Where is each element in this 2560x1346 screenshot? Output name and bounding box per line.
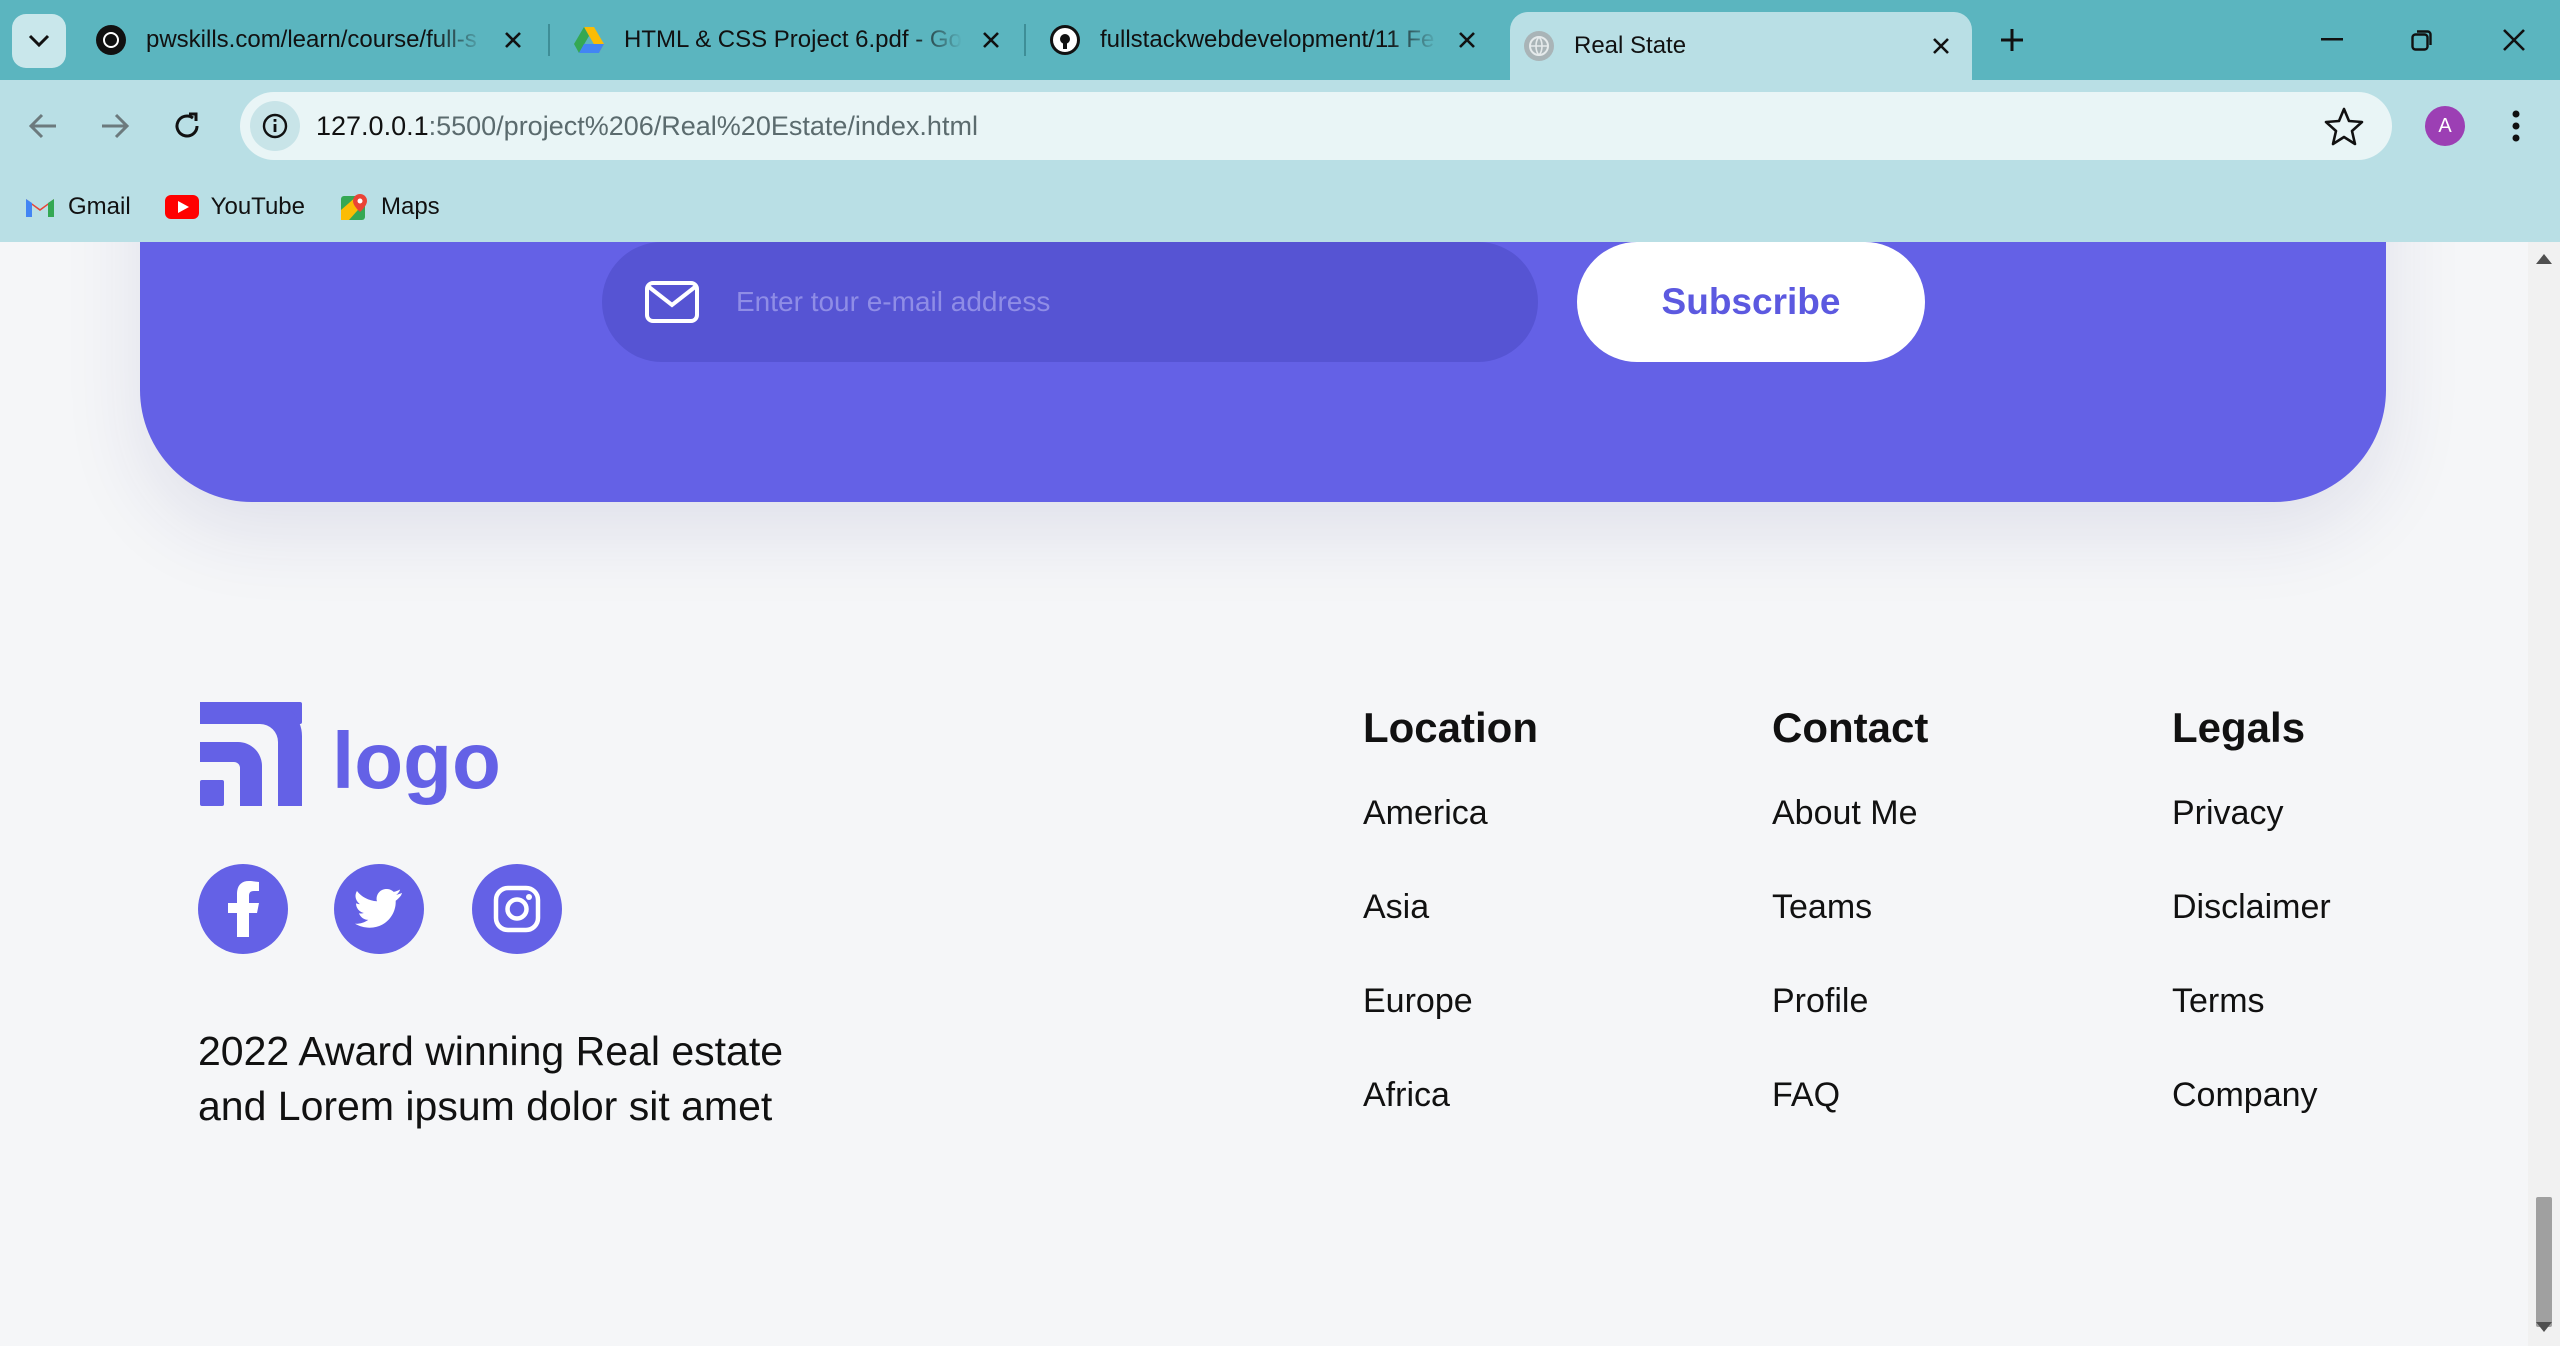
scrollbar-thumb[interactable] (2536, 1197, 2552, 1327)
tab-separator (548, 24, 550, 56)
tab-search-button[interactable] (12, 14, 66, 68)
url-host: 127.0.0.1 (316, 110, 429, 141)
gmail-icon (26, 199, 54, 217)
scroll-up-arrow-icon[interactable] (2536, 254, 2552, 264)
globe-icon (1524, 31, 1554, 61)
footer-link-terms[interactable]: Terms (2172, 982, 2331, 1076)
tab-title: pwskills.com/learn/course/full-s (146, 26, 477, 53)
restore-button[interactable] (2392, 10, 2452, 70)
footer-link-africa[interactable]: Africa (1363, 1076, 1538, 1170)
footer-link-america[interactable]: America (1363, 794, 1538, 888)
facebook-link[interactable] (198, 864, 288, 954)
site-info-icon[interactable] (250, 101, 300, 151)
bookmark-star-icon[interactable] (2324, 106, 2364, 146)
tab-separator (1024, 24, 1026, 56)
newsletter-section: Subscribe (140, 242, 2386, 502)
footer-column-contact: Contact About Me Teams Profile FAQ (1772, 704, 1928, 1170)
footer-tagline: 2022 Award winning Real estate and Lorem… (198, 1028, 784, 1129)
close-icon[interactable] (976, 25, 1006, 55)
footer-link-profile[interactable]: Profile (1772, 982, 1928, 1076)
footer-column-location: Location America Asia Europe Africa (1363, 704, 1538, 1170)
column-heading: Contact (1772, 704, 1929, 751)
footer-link-privacy[interactable]: Privacy (2172, 794, 2331, 888)
address-bar[interactable]: 127.0.0.1:5500/project%206/Real%20Estate… (240, 92, 2392, 160)
pwskills-favicon-icon (96, 25, 126, 55)
footer-link-europe[interactable]: Europe (1363, 982, 1538, 1076)
restore-icon (2411, 30, 2432, 51)
tab-real-state[interactable]: Real State (1510, 12, 1972, 80)
arrow-left-icon (28, 113, 56, 139)
scroll-down-arrow-icon[interactable] (2536, 1322, 2552, 1332)
instagram-icon (493, 885, 541, 933)
arrow-right-icon (102, 113, 130, 139)
logo-text: logo (332, 716, 501, 805)
tab-title: fullstackwebdevelopment/11 Fe (1100, 26, 1435, 53)
minimize-button[interactable] (2302, 10, 2362, 70)
tab-title: Real State (1574, 32, 1687, 59)
bookmark-label: YouTube (210, 193, 305, 220)
reload-button[interactable] (162, 101, 212, 151)
vertical-scrollbar[interactable] (2528, 242, 2560, 1346)
footer-link-about-me[interactable]: About Me (1772, 794, 1928, 888)
bookmark-label: Gmail (68, 193, 131, 220)
chevron-down-icon (28, 34, 50, 48)
email-field-wrapper (602, 242, 1538, 362)
browser-menu-button[interactable] (2496, 101, 2536, 151)
close-icon (2503, 29, 2525, 51)
minimize-icon (2321, 38, 2343, 41)
profile-avatar[interactable]: A (2425, 106, 2465, 146)
footer-link-faq[interactable]: FAQ (1772, 1076, 1928, 1170)
youtube-icon (164, 195, 199, 219)
tab-drive-pdf[interactable]: HTML & CSS Project 6.pdf - Goo (570, 0, 1010, 80)
logo-icon (200, 702, 302, 806)
more-vertical-icon (2512, 110, 2520, 142)
browser-toolbar: 127.0.0.1:5500/project%206/Real%20Estate… (0, 80, 2560, 172)
url-text[interactable]: 127.0.0.1:5500/project%206/Real%20Estate… (316, 111, 978, 142)
new-tab-button[interactable] (1982, 10, 2042, 70)
bookmark-maps[interactable]: Maps (339, 192, 440, 222)
tab-strip: pwskills.com/learn/course/full-s HTML & … (0, 0, 2560, 80)
plus-icon (2001, 29, 2023, 51)
close-icon[interactable] (498, 25, 528, 55)
footer-link-teams[interactable]: Teams (1772, 888, 1928, 982)
twitter-link[interactable] (334, 864, 424, 954)
browser-chrome: pwskills.com/learn/course/full-s HTML & … (0, 0, 2560, 242)
tab-pwskills[interactable]: pwskills.com/learn/course/full-s (92, 0, 532, 80)
footer-link-asia[interactable]: Asia (1363, 888, 1538, 982)
column-heading: Legals (2172, 704, 2306, 751)
reload-icon (175, 112, 199, 138)
email-input[interactable] (736, 286, 1456, 318)
bookmarks-bar: Gmail YouTube Maps (0, 172, 2560, 242)
google-drive-icon (574, 25, 604, 55)
maps-icon (340, 194, 367, 220)
subscribe-button[interactable]: Subscribe (1577, 242, 1925, 362)
bookmark-youtube[interactable]: YouTube (164, 193, 305, 221)
close-icon[interactable] (1926, 31, 1956, 61)
page-viewport: Subscribe logo 2022 Award winning Real e… (0, 242, 2528, 1346)
footer-column-legals: Legals Privacy Disclaimer Terms Company (2172, 704, 2331, 1170)
site-logo[interactable]: logo (198, 702, 501, 806)
facebook-icon (228, 881, 259, 937)
close-icon[interactable] (1452, 25, 1482, 55)
bookmark-gmail[interactable]: Gmail (24, 193, 131, 221)
footer-link-disclaimer[interactable]: Disclaimer (2172, 888, 2331, 982)
footer-link-company[interactable]: Company (2172, 1076, 2331, 1170)
twitter-icon (355, 889, 403, 928)
window-close-button[interactable] (2484, 10, 2544, 70)
mail-icon (645, 281, 699, 323)
column-heading: Location (1363, 704, 1538, 751)
github-icon (1050, 25, 1080, 55)
tab-github[interactable]: fullstackwebdevelopment/11 Fe (1046, 0, 1486, 80)
tab-title: HTML & CSS Project 6.pdf - Goo (624, 26, 962, 53)
url-path: :5500/project%206/Real%20Estate/index.ht… (428, 110, 978, 141)
instagram-link[interactable] (472, 864, 562, 954)
bookmark-label: Maps (380, 193, 440, 220)
back-button[interactable] (18, 101, 68, 151)
forward-button[interactable] (90, 101, 140, 151)
